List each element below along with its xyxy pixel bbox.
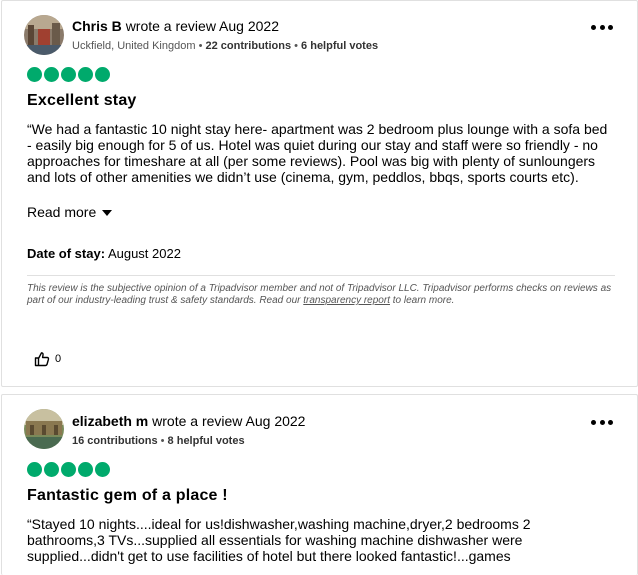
rating-bubble bbox=[61, 462, 76, 477]
reviewer-meta: 16 contributions • 8 helpful votes bbox=[72, 435, 245, 447]
review-action: wrote a review Aug 2022 bbox=[152, 413, 306, 429]
rating-bubble bbox=[61, 67, 76, 82]
avatar[interactable] bbox=[24, 409, 64, 449]
more-options-icon[interactable] bbox=[591, 22, 613, 32]
reviewer-line: Chris B wrote a review Aug 2022 bbox=[72, 18, 279, 34]
rating-bubble bbox=[78, 67, 93, 82]
reviewer-meta: Uckfield, United Kingdom • 22 contributi… bbox=[72, 40, 379, 52]
more-options-icon[interactable] bbox=[591, 417, 613, 427]
reviewer-name[interactable]: Chris B bbox=[72, 18, 122, 34]
review-disclaimer: This review is the subjective opinion of… bbox=[27, 283, 612, 306]
helpful-votes: 6 helpful votes bbox=[301, 40, 379, 52]
read-more-label: Read more bbox=[27, 204, 97, 220]
rating-bubble bbox=[27, 67, 42, 82]
helpful-votes: 8 helpful votes bbox=[167, 435, 245, 447]
helpful-count: 0 bbox=[55, 353, 62, 365]
transparency-report-link[interactable]: transparency report bbox=[303, 295, 390, 306]
rating-bubble bbox=[44, 462, 59, 477]
date-of-stay: Date of stay: August 2022 bbox=[27, 246, 181, 261]
reviewer-name[interactable]: elizabeth m bbox=[72, 413, 148, 429]
rating-bubble bbox=[27, 462, 42, 477]
rating-bubble bbox=[95, 67, 110, 82]
date-of-stay-label: Date of stay: bbox=[27, 246, 106, 261]
avatar[interactable] bbox=[24, 15, 64, 55]
rating-bubble bbox=[78, 462, 93, 477]
rating-bubbles bbox=[27, 67, 110, 82]
rating-bubble bbox=[95, 462, 110, 477]
review-title[interactable]: Fantastic gem of a place ! bbox=[27, 487, 228, 505]
review-body: “We had a fantastic 10 night stay here- … bbox=[27, 121, 608, 185]
reviewer-location: Uckfield, United Kingdom bbox=[72, 40, 196, 52]
rating-bubbles bbox=[27, 462, 110, 477]
thumbs-up-icon bbox=[34, 352, 50, 367]
review-body: “Stayed 10 nights....ideal for us!dishwa… bbox=[27, 516, 531, 564]
review-title[interactable]: Excellent stay bbox=[27, 92, 137, 110]
rating-bubble bbox=[44, 67, 59, 82]
read-more-button[interactable]: Read more bbox=[27, 204, 113, 220]
contributions-count: 16 contributions bbox=[72, 435, 158, 447]
divider bbox=[27, 275, 615, 276]
review-card: elizabeth m wrote a review Aug 2022 16 c… bbox=[1, 394, 638, 575]
review-action: wrote a review Aug 2022 bbox=[125, 18, 280, 34]
review-card: Chris B wrote a review Aug 2022 Uckfield… bbox=[1, 0, 638, 387]
contributions-count: 22 contributions bbox=[205, 40, 292, 52]
caret-down-icon bbox=[102, 210, 113, 216]
reviewer-line: elizabeth m wrote a review Aug 2022 bbox=[72, 413, 305, 429]
date-of-stay-value: August 2022 bbox=[107, 246, 181, 261]
helpful-button[interactable]: 0 bbox=[34, 351, 61, 367]
